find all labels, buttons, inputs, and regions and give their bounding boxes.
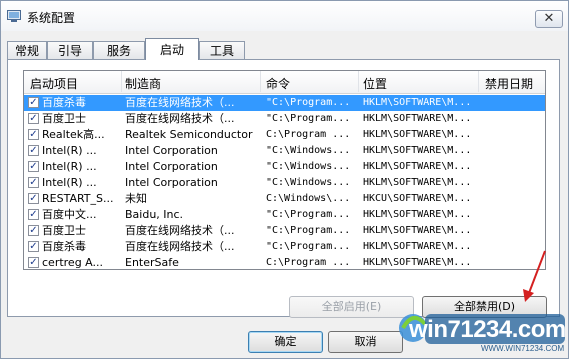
cell-maker: 百度在线网络技术（... <box>125 112 235 125</box>
cell-item: Intel(R) ... <box>42 160 97 173</box>
cell-loc: HKLM\SOFTWARE\M... <box>363 113 472 124</box>
row-checkbox[interactable]: ✓ <box>28 113 39 124</box>
cell-loc: HKLM\SOFTWARE\M... <box>363 225 472 236</box>
table-row[interactable]: ✓ certreg A... EnterSafe C:\Program ... HKLM… <box>24 255 545 269</box>
cell-item: 百度中文... <box>42 208 97 221</box>
cell-item: Intel(R) ... <box>42 176 97 189</box>
table-row[interactable]: ✓ 百度杀毒 百度在线网络技术（... "C:\Program... HKLM\SOFT… <box>24 95 545 111</box>
cell-cmd: C:\Program ... <box>266 129 351 140</box>
row-checkbox[interactable]: ✓ <box>28 145 39 156</box>
cell-maker: Baidu, Inc. <box>125 208 184 221</box>
cell-loc: HKLM\SOFTWARE\M... <box>363 161 472 172</box>
cell-cmd: "C:\Program... <box>266 241 351 252</box>
cell-cmd: "C:\Program... <box>266 209 351 220</box>
cell-maker: 百度在线网络技术（... <box>125 240 235 253</box>
row-checkbox[interactable]: ✓ <box>28 257 39 268</box>
cell-maker: Intel Corporation <box>125 160 218 173</box>
cell-item: Intel(R) ... <box>42 144 97 157</box>
watermark-url: WWW.WIN71234.COM <box>481 344 565 353</box>
cell-item: RESTART_S... <box>42 192 114 205</box>
watermark: win71234.com WWW.WIN71234.COM <box>395 298 570 360</box>
cell-cmd: "C:\Program... <box>266 113 351 124</box>
title-bar: 系统配置 ✕ <box>1 1 568 31</box>
cell-loc: HKLM\SOFTWARE\M... <box>363 97 472 108</box>
cell-loc: HKCU\SOFTWARE\M... <box>363 193 472 204</box>
cell-loc: HKLM\SOFTWARE\M... <box>363 129 472 140</box>
cell-item: Realtek高... <box>42 128 105 141</box>
header-disable-date[interactable]: 禁用日期 <box>485 75 533 92</box>
cell-loc: HKLM\SOFTWARE\M... <box>363 257 472 268</box>
table-row[interactable]: ✓ Intel(R) ... Intel Corporation "C:\Window… <box>24 159 545 175</box>
cell-loc: HKLM\SOFTWARE\M... <box>363 177 472 188</box>
system-config-icon <box>7 10 21 22</box>
table-row[interactable]: ✓ 百度中文... Baidu, Inc. "C:\Program... HKLM\SO… <box>24 207 545 223</box>
tab-startup[interactable]: 启动 <box>145 38 199 60</box>
startup-panel: 启动项目 制造商 命令 位置 禁用日期 ✓ 百度杀毒 百度在线网络技术（... "C:… <box>7 59 560 318</box>
cancel-button[interactable]: 取消 <box>328 331 403 353</box>
row-checkbox[interactable]: ✓ <box>28 193 39 204</box>
header-manufacturer[interactable]: 制造商 <box>125 75 161 92</box>
cell-maker: Intel Corporation <box>125 176 218 189</box>
cell-item: 百度卫士 <box>42 112 86 125</box>
row-checkbox[interactable]: ✓ <box>28 97 39 108</box>
cell-loc: HKLM\SOFTWARE\M... <box>363 241 472 252</box>
cell-cmd: C:\Windows\... <box>266 193 351 204</box>
cell-maker: 百度在线网络技术（... <box>125 96 235 109</box>
row-checkbox[interactable]: ✓ <box>28 241 39 252</box>
row-checkbox[interactable]: ✓ <box>28 161 39 172</box>
row-checkbox[interactable]: ✓ <box>28 225 39 236</box>
cell-cmd: C:\Program ... <box>266 257 351 268</box>
cell-cmd: "C:\Program... <box>266 97 351 108</box>
tab-services[interactable]: 服务 <box>93 41 145 59</box>
cell-loc: HKLM\SOFTWARE\M... <box>363 145 472 156</box>
cell-maker: 百度在线网络技术（... <box>125 224 235 237</box>
table-row[interactable]: ✓ 百度卫士 百度在线网络技术（... "C:\Program... HKLM\SOFT… <box>24 111 545 127</box>
cell-item: 百度杀毒 <box>42 96 86 109</box>
cell-cmd: "C:\Windows... <box>266 177 351 188</box>
cell-cmd: "C:\Windows... <box>266 145 351 156</box>
cell-loc: HKLM\SOFTWARE\M... <box>363 209 472 220</box>
table-row[interactable]: ✓ 百度杀毒 百度在线网络技术（... "C:\Program... HKLM\SOFT… <box>24 239 545 255</box>
header-command[interactable]: 命令 <box>266 75 290 92</box>
table-row[interactable]: ✓ Intel(R) ... Intel Corporation "C:\Window… <box>24 143 545 159</box>
table-row[interactable]: ✓ RESTART_S... 未知 C:\Windows\... HKCU\SOFTWA… <box>24 191 545 207</box>
header-location[interactable]: 位置 <box>363 75 387 92</box>
list-header: 启动项目 制造商 命令 位置 禁用日期 <box>24 71 545 94</box>
tab-tools[interactable]: 工具 <box>199 41 245 59</box>
cell-maker: 未知 <box>125 192 147 205</box>
cell-maker: Realtek Semiconductor <box>125 128 253 141</box>
window-title: 系统配置 <box>27 11 76 25</box>
cell-item: 百度杀毒 <box>42 240 86 253</box>
tab-general[interactable]: 常规 <box>7 41 47 59</box>
watermark-text: win71234.com <box>409 316 566 343</box>
close-button[interactable]: ✕ <box>535 10 563 28</box>
row-checkbox[interactable]: ✓ <box>28 129 39 140</box>
tab-boot[interactable]: 引导 <box>47 41 93 59</box>
ok-button[interactable]: 确定 <box>248 331 323 353</box>
cell-cmd: "C:\Windows... <box>266 161 351 172</box>
cell-item: certreg A... <box>42 256 103 269</box>
cell-cmd: "C:\Program... <box>266 225 351 236</box>
row-checkbox[interactable]: ✓ <box>28 177 39 188</box>
row-checkbox[interactable]: ✓ <box>28 209 39 220</box>
startup-list[interactable]: 启动项目 制造商 命令 位置 禁用日期 ✓ 百度杀毒 百度在线网络技术（... "C:… <box>23 70 546 270</box>
header-startup-item[interactable]: 启动项目 <box>30 75 78 92</box>
cell-item: 百度卫士 <box>42 224 86 237</box>
cell-maker: Intel Corporation <box>125 144 218 157</box>
table-row[interactable]: ✓ Intel(R) ... Intel Corporation "C:\Window… <box>24 175 545 191</box>
table-row[interactable]: ✓ Realtek高... Realtek Semiconductor C:\Prog… <box>24 127 545 143</box>
cell-maker: EnterSafe <box>125 256 179 269</box>
table-row[interactable]: ✓ 百度卫士 百度在线网络技术（... "C:\Program... HKLM\SOFT… <box>24 223 545 239</box>
